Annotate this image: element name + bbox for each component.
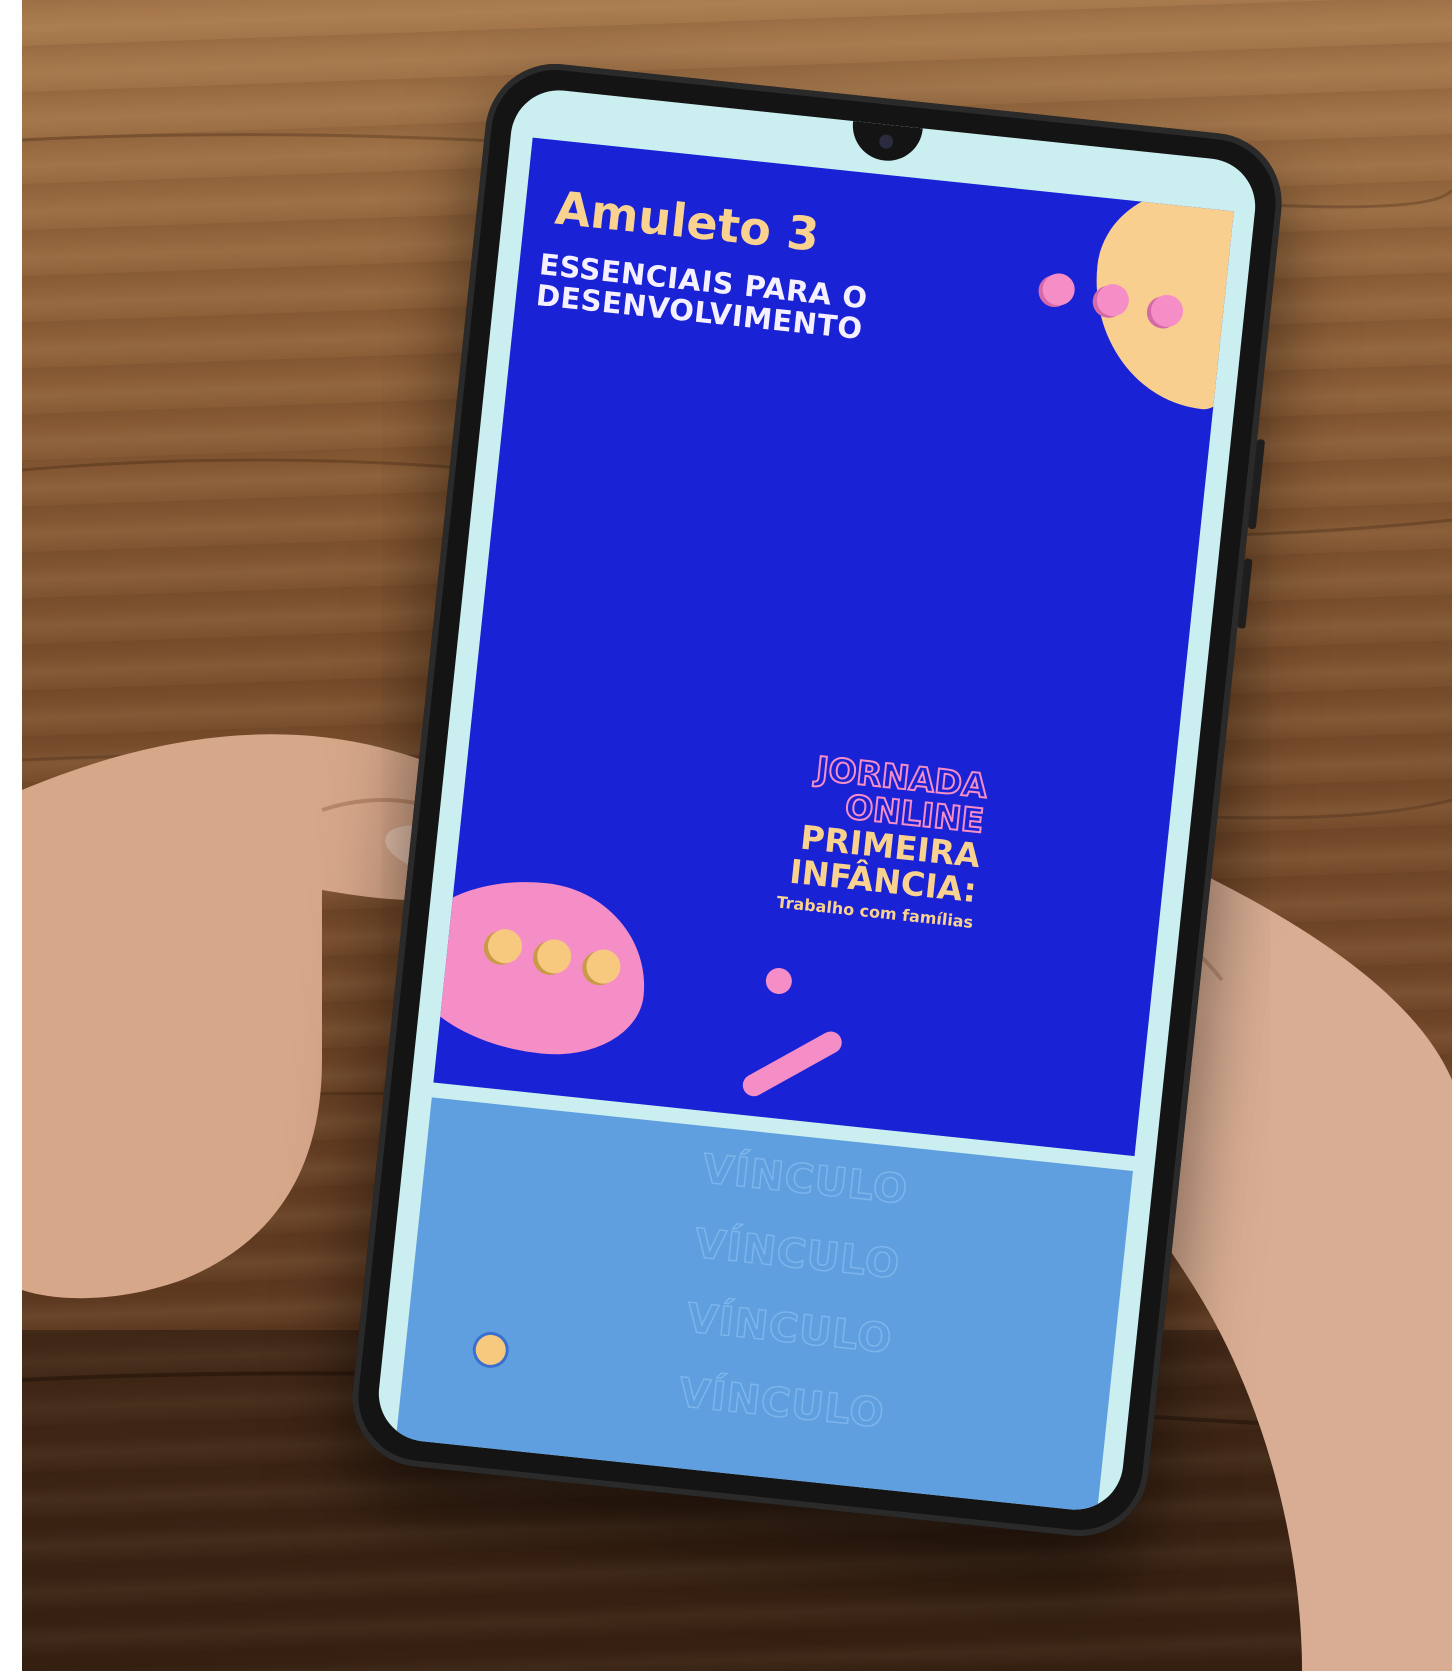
photo-scene: Amuleto 3 ESSENCIAIS PARA O DESENVOLVIME… (22, 0, 1452, 1671)
vinculo-word: VÍNCULO (676, 1369, 887, 1438)
story-title: Amuleto 3 (552, 180, 822, 262)
smartphone: Amuleto 3 ESSENCIAIS PARA O DESENVOLVIME… (345, 57, 1289, 1543)
pink-swoosh-shape (738, 1027, 846, 1101)
gold-dot (474, 1333, 508, 1367)
vinculo-word: VÍNCULO (692, 1220, 903, 1289)
vinculo-word: VÍNCULO (684, 1295, 895, 1364)
phone-screen[interactable]: Amuleto 3 ESSENCIAIS PARA O DESENVOLVIME… (374, 85, 1260, 1515)
pink-dot (1041, 271, 1077, 308)
pink-dot (764, 966, 794, 996)
story-subtitle: ESSENCIAIS PARA O DESENVOLVIMENTO (534, 247, 870, 347)
vinculo-word: VÍNCULO (700, 1145, 911, 1214)
event-title-block: JORNADA ONLINE PRIMEIRA INFÂNCIA: Trabal… (614, 731, 991, 934)
notch (849, 121, 923, 165)
story-card-current[interactable]: Amuleto 3 ESSENCIAIS PARA O DESENVOLVIME… (433, 137, 1234, 1157)
front-camera-icon (878, 133, 894, 150)
